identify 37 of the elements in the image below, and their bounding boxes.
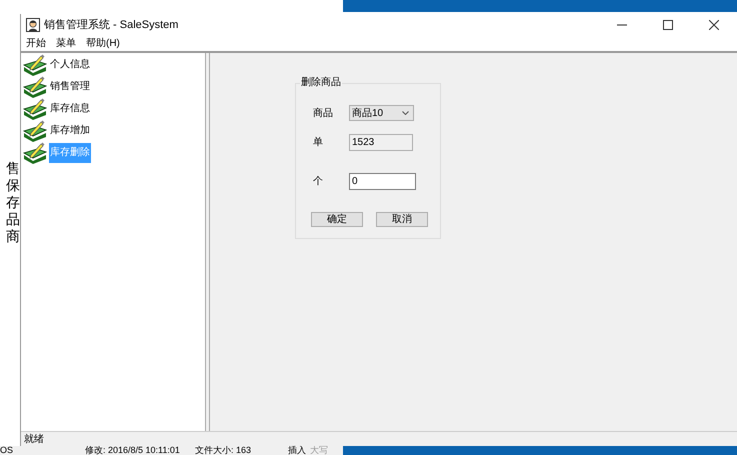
- field-label: 个: [312, 175, 324, 189]
- product-dropdown[interactable]: 商品10: [349, 105, 414, 121]
- background-text: 保: [6, 177, 20, 194]
- background-status-text: 插入: [288, 446, 306, 455]
- group-title: 删除商品: [300, 77, 342, 89]
- field-label: 单: [312, 136, 324, 150]
- menu-item[interactable]: 菜单: [56, 36, 76, 51]
- background-status-text: 大写: [310, 446, 328, 455]
- readonly-field: 1523: [349, 134, 413, 151]
- status-text: 就绪: [24, 432, 44, 446]
- book-pencil-icon: [23, 98, 47, 120]
- background-text: 品: [6, 211, 20, 228]
- input-field[interactable]: 0: [349, 173, 416, 190]
- person-icon: [26, 18, 40, 32]
- book-pencil-icon: [23, 142, 47, 164]
- window-title: 销售管理系统 - SaleSystem: [44, 18, 178, 33]
- book-pencil-icon: [23, 54, 47, 76]
- menu-item[interactable]: 开始: [26, 36, 46, 51]
- chevron-down-icon: [402, 111, 409, 115]
- background-text: 售: [6, 160, 20, 177]
- dialog-button[interactable]: 取消: [376, 212, 428, 227]
- background-text: 存: [6, 194, 20, 211]
- dialog-button[interactable]: 确定: [311, 212, 363, 227]
- tree-item[interactable]: 库存增加: [49, 121, 91, 141]
- background-status-text: OS: [0, 446, 14, 455]
- tree-item[interactable]: 库存信息: [49, 99, 91, 119]
- background-status-text: 文件大小: 163: [195, 446, 252, 455]
- background-text: 商: [6, 228, 20, 245]
- background-status-text: 修改: 2016/8/5 10:11:01: [85, 446, 180, 455]
- field-label: 商品: [312, 106, 334, 120]
- book-pencil-icon: [23, 120, 47, 142]
- tree-item[interactable]: 个人信息: [49, 55, 91, 75]
- maximize-icon: [663, 20, 673, 30]
- menu-item[interactable]: 帮助(H): [86, 36, 120, 51]
- book-pencil-icon: [23, 76, 47, 98]
- close-icon: [709, 20, 719, 30]
- tree-item[interactable]: 销售管理: [49, 77, 91, 97]
